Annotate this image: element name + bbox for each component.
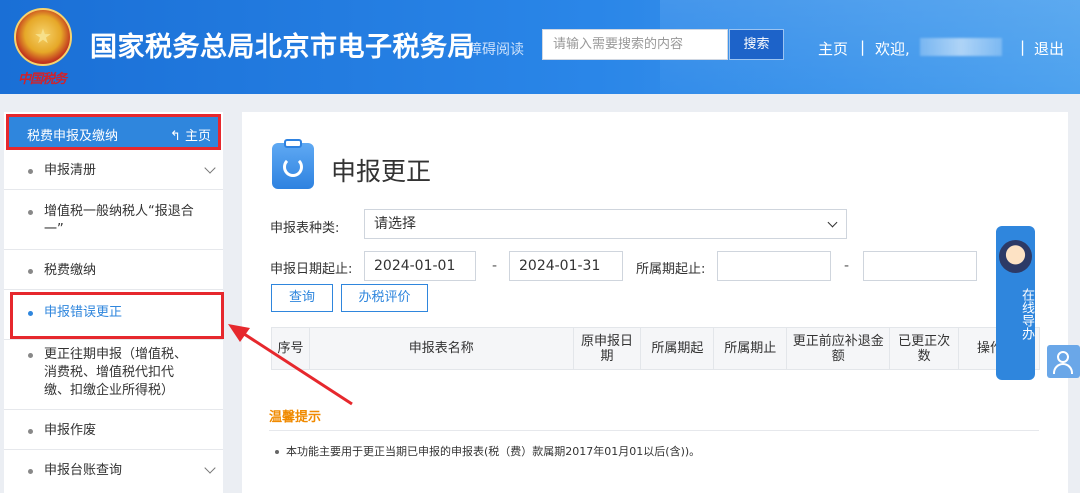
col-header: 原申报日期 (572, 327, 642, 370)
period-end-input[interactable] (863, 251, 977, 281)
rate-service-button[interactable]: 办税评价 (341, 284, 428, 312)
sidebar-item-label: 增值税一般纳税人“报退合一” (44, 204, 194, 237)
chevron-down-icon (204, 462, 216, 474)
sidebar-item-ledger-query[interactable]: 申报台账查询 (4, 450, 223, 493)
sidebar-item-label: 申报作废 (44, 423, 97, 438)
table-header-row: 序号 申报表名称 原申报日期 所属期起 所属期止 更正前应补退金额 已更正次数 … (271, 327, 1040, 370)
highlight-box (10, 292, 224, 339)
online-guide-label: 在线导办 (1019, 288, 1034, 340)
seal-signature: 中国税务 (18, 72, 67, 87)
top-header: ★ 中国税务 国家税务总局北京市电子税务局 障碍阅读 请输入需要搜索的内容 搜索… (0, 0, 1080, 94)
sidebar-item-label: 申报清册 (44, 163, 97, 178)
query-button[interactable]: 查询 (271, 284, 333, 312)
bullet-icon (28, 353, 33, 358)
bullet-icon (28, 429, 33, 434)
col-header: 所属期止 (713, 327, 788, 370)
sidebar-item-label: 税费缴纳 (44, 263, 97, 278)
sidebar-item-declaration-list[interactable]: 申报清册 (4, 150, 223, 190)
results-table: 序号 申报表名称 原申报日期 所属期起 所属期止 更正前应补退金额 已更正次数 … (271, 327, 1040, 370)
sidebar-item-past-correction[interactable]: 更正往期申报（增值税、消费税、增值税代扣代缴、扣缴企业所得税） (4, 340, 223, 410)
customer-service-avatar-icon (999, 240, 1032, 273)
user-service-icon[interactable] (1047, 345, 1080, 378)
bullet-icon (275, 450, 279, 454)
tax-emblem-icon: ★ (14, 8, 72, 66)
back-arrow-icon: ↰ (169, 129, 185, 144)
sidebar-home-link[interactable]: ↰ 主页 (170, 125, 211, 144)
tips-item: 本功能主要用于更正当期已申报的申报表(税（费）款属期2017年01月01以后(含… (275, 443, 700, 459)
col-header: 序号 (271, 327, 310, 370)
col-header: 申报表名称 (308, 327, 574, 370)
sidebar-section-header[interactable]: 税费申报及缴纳 ↰ 主页 (6, 114, 221, 150)
form-type-select[interactable]: 请选择 (364, 209, 847, 239)
col-header: 更正前应补退金额 (786, 327, 891, 370)
bullet-icon (28, 469, 33, 474)
form-type-label: 申报表种类: (270, 221, 340, 236)
date-separator: - (492, 258, 498, 274)
col-header: 已更正次数 (889, 327, 960, 370)
col-header: 所属期起 (640, 327, 715, 370)
main-panel: 申报更正 申报表种类: 请选择 申报日期起止: 2024-01-01 - 202… (242, 112, 1068, 493)
form-period-label: 所属期起止: (636, 262, 706, 277)
period-start-input[interactable] (717, 251, 831, 281)
correction-clipboard-icon (272, 139, 314, 189)
sidebar-item-label: 更正往期申报（增值税、消费税、增值税代扣代缴、扣缴企业所得税） (44, 347, 188, 398)
online-guide-widget[interactable]: 在线导办 (996, 226, 1035, 380)
sidebar-item-vat-refund[interactable]: 增值税一般纳税人“报退合一” (4, 190, 223, 250)
search-input[interactable]: 请输入需要搜索的内容 (542, 29, 728, 60)
logout-link[interactable]: 退出 (1034, 38, 1064, 59)
form-date-label: 申报日期起止: (270, 262, 353, 277)
sidebar-item-void[interactable]: 申报作废 (4, 410, 223, 450)
chevron-down-icon (204, 162, 216, 174)
user-name-blurred (920, 38, 1002, 56)
bullet-icon (28, 210, 33, 215)
sidebar-section-title: 税费申报及缴纳 (27, 129, 119, 144)
nav-home-link[interactable]: 主页 (818, 38, 848, 59)
date-start-input[interactable]: 2024-01-01 (364, 251, 476, 281)
chevron-down-icon (827, 217, 838, 228)
sidebar-item-tax-payment[interactable]: 税费缴纳 (4, 250, 223, 290)
bullet-icon (28, 169, 33, 174)
site-title: 国家税务总局北京市电子税务局 (90, 32, 475, 63)
nav-separator: | (860, 38, 866, 56)
accessibility-read-link[interactable]: 障碍阅读 (468, 39, 524, 59)
period-separator: - (844, 258, 850, 274)
bullet-icon (28, 269, 33, 274)
nav-separator: | (1020, 38, 1026, 56)
sidebar-item-label: 申报台账查询 (44, 463, 123, 478)
search-button[interactable]: 搜索 (729, 29, 784, 60)
date-end-input[interactable]: 2024-01-31 (509, 251, 623, 281)
sidebar: 税费申报及缴纳 ↰ 主页 申报清册 增值税一般纳税人“报退合一” 税费缴纳 申报… (4, 112, 224, 493)
page-title: 申报更正 (331, 157, 432, 186)
tips-divider (269, 430, 1039, 431)
tips-title: 温馨提示 (269, 410, 322, 425)
welcome-text: 欢迎, (875, 40, 910, 58)
